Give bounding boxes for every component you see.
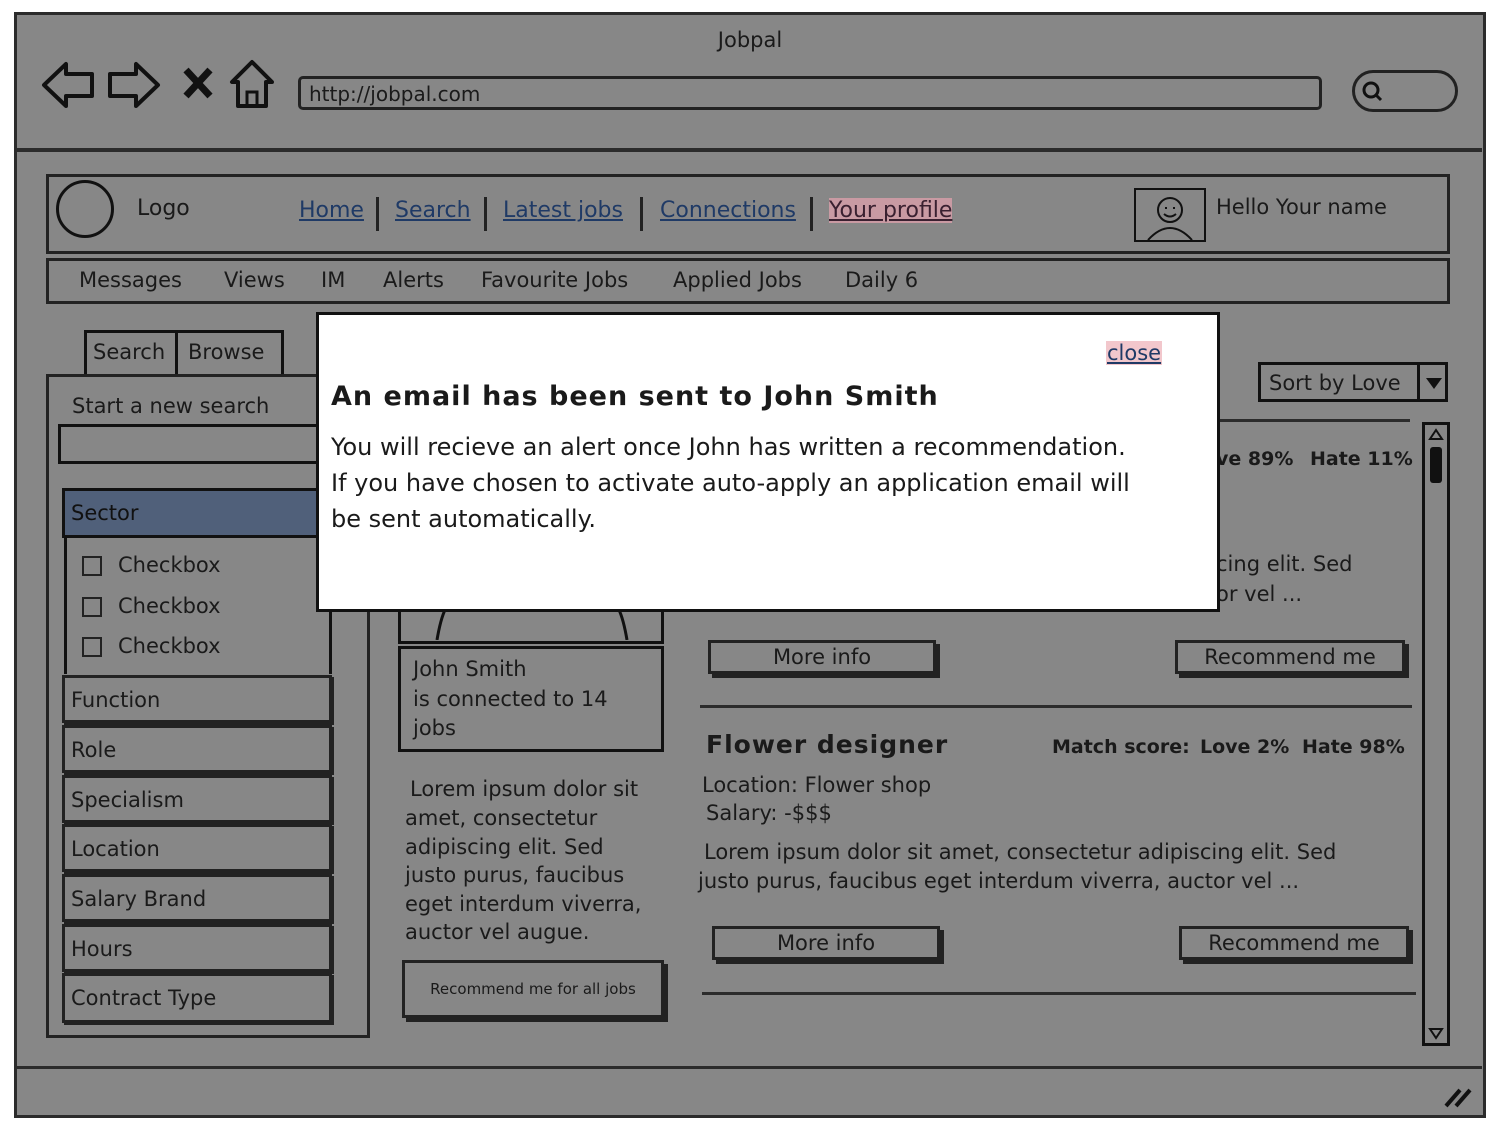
checkbox-2[interactable] <box>82 597 102 617</box>
job2-more-info-button[interactable]: More info <box>712 926 940 960</box>
home-icon[interactable] <box>230 60 274 108</box>
accordion-role[interactable]: Role <box>62 725 332 773</box>
nav-divider <box>376 197 379 231</box>
forward-icon[interactable] <box>108 62 160 108</box>
job1-desc: cing elit. Sed <box>1216 552 1353 576</box>
job2-love-score: Love 2% <box>1200 736 1290 758</box>
window-title: Jobpal <box>717 28 783 52</box>
nav-divider <box>810 197 813 231</box>
modal-title: An email has been sent to John Smith <box>331 381 939 412</box>
connection-desc: Lorem ipsum dolor sit <box>410 777 639 801</box>
nav-home[interactable]: Home <box>299 198 364 223</box>
checkbox-1[interactable] <box>82 556 102 576</box>
status-bar-divider <box>16 1066 1482 1069</box>
accordion-specialism[interactable]: Specialism <box>62 775 332 823</box>
tab-search-label: Search <box>93 340 166 364</box>
modal-message-3: be sent automatically. <box>331 505 596 533</box>
connection-desc: eget interdum viverra, <box>405 892 642 916</box>
accordion-sector[interactable]: Sector <box>62 488 332 538</box>
confirmation-modal: close An email has been sent to John Smi… <box>316 312 1220 612</box>
accordion-salary-brand[interactable]: Salary Brand <box>62 874 332 922</box>
job-list-scrollbar[interactable] <box>1422 422 1450 1046</box>
accordion-location[interactable]: Location <box>62 824 332 872</box>
nav-search[interactable]: Search <box>395 198 471 223</box>
subnav-views[interactable]: Views <box>224 268 285 292</box>
job1-recommend-button[interactable]: Recommend me <box>1175 640 1405 674</box>
sort-dropdown[interactable]: Sort by Love <box>1258 362 1448 402</box>
job-divider <box>1214 419 1410 422</box>
connection-desc: amet, consectetur <box>405 806 598 830</box>
job2-recommend-button[interactable]: Recommend me <box>1179 926 1409 960</box>
start-search-label: Start a new search <box>72 394 270 418</box>
subnav-alerts[interactable]: Alerts <box>383 268 444 292</box>
greeting: Hello Your name <box>1216 195 1387 219</box>
resize-grip-icon[interactable] <box>1442 1084 1472 1108</box>
checkbox-3[interactable] <box>82 637 102 657</box>
nav-divider <box>484 197 487 231</box>
job2-title[interactable]: Flower designer <box>706 730 948 759</box>
subnav-daily-6[interactable]: Daily 6 <box>845 268 918 292</box>
job2-desc: justo purus, faucibus eget interdum vive… <box>698 869 1300 893</box>
connection-name: John Smith <box>413 657 527 681</box>
job1-more-info-button[interactable]: More info <box>708 640 936 674</box>
user-icon <box>1147 197 1193 241</box>
job2-desc: Lorem ipsum dolor sit amet, consectetur … <box>704 840 1337 864</box>
toolbar-divider <box>16 148 1482 152</box>
scroll-thumb[interactable] <box>1430 447 1442 483</box>
checkbox-label-1: Checkbox <box>118 553 221 577</box>
nav-latest-jobs[interactable]: Latest jobs <box>503 198 623 223</box>
nav-divider <box>640 197 643 231</box>
modal-message-1: You will recieve an alert once John has … <box>331 433 1126 461</box>
connection-desc: auctor vel augue. <box>405 920 590 944</box>
nav-connections[interactable]: Connections <box>660 198 796 223</box>
scroll-down-icon[interactable] <box>1428 1027 1444 1041</box>
accordion-function[interactable]: Function <box>62 675 332 723</box>
checkbox-label-3: Checkbox <box>118 634 221 658</box>
logo-circle <box>56 180 114 238</box>
job-divider <box>702 992 1416 995</box>
chevron-down-icon <box>1426 378 1442 389</box>
avatar[interactable] <box>1134 188 1206 242</box>
subnav-favourite-jobs[interactable]: Favourite Jobs <box>481 268 628 292</box>
accordion-hours[interactable]: Hours <box>62 924 332 972</box>
stop-icon[interactable] <box>183 67 213 99</box>
connection-desc: justo purus, faucibus <box>405 863 625 887</box>
connection-count-unit: jobs <box>413 716 456 740</box>
address-bar[interactable]: http://jobpal.com <box>298 76 1322 110</box>
modal-message-2: If you have chosen to activate auto-appl… <box>331 469 1130 497</box>
connection-card: John Smith is connected to 14 jobs <box>398 646 664 752</box>
checkbox-label-2: Checkbox <box>118 594 221 618</box>
modal-close-link[interactable]: close <box>1106 341 1163 365</box>
logo-label: Logo <box>137 196 190 221</box>
job2-score-label: Match score: <box>1052 736 1190 758</box>
search-icon <box>1362 81 1383 102</box>
back-icon[interactable] <box>42 62 94 108</box>
nav-your-profile[interactable]: Your profile <box>829 198 953 223</box>
sector-label: Sector <box>71 501 139 525</box>
accordion-contract-type[interactable]: Contract Type <box>62 973 332 1023</box>
tab-browse[interactable]: Browse <box>178 330 284 374</box>
tab-browse-label: Browse <box>188 340 265 364</box>
scroll-up-icon[interactable] <box>1428 427 1444 441</box>
search-input[interactable] <box>58 424 328 464</box>
subnav-messages[interactable]: Messages <box>79 268 182 292</box>
browser-nav-icons <box>42 60 274 108</box>
job1-hate-score: Hate 11% <box>1310 448 1413 470</box>
job-divider <box>700 705 1412 708</box>
connection-count: is connected to 14 <box>413 687 608 711</box>
subnav-im[interactable]: IM <box>321 268 345 292</box>
subnav-applied-jobs[interactable]: Applied Jobs <box>673 268 802 292</box>
connection-desc: adipiscing elit. Sed <box>405 835 604 859</box>
job1-desc: or vel ... <box>1216 582 1303 606</box>
job2-location: Location: Flower shop <box>702 773 932 797</box>
sort-label: Sort by Love <box>1269 371 1401 395</box>
recommend-all-button[interactable]: Recommend me for all jobs <box>402 960 664 1018</box>
dropdown-toggle[interactable] <box>1417 365 1445 399</box>
job2-hate-score: Hate 98% <box>1302 736 1405 758</box>
browser-search[interactable] <box>1352 70 1458 112</box>
job2-salary: Salary: -$$$ <box>706 801 832 825</box>
tab-search[interactable]: Search <box>84 330 178 374</box>
job1-love-score: ve 89% <box>1216 448 1294 470</box>
